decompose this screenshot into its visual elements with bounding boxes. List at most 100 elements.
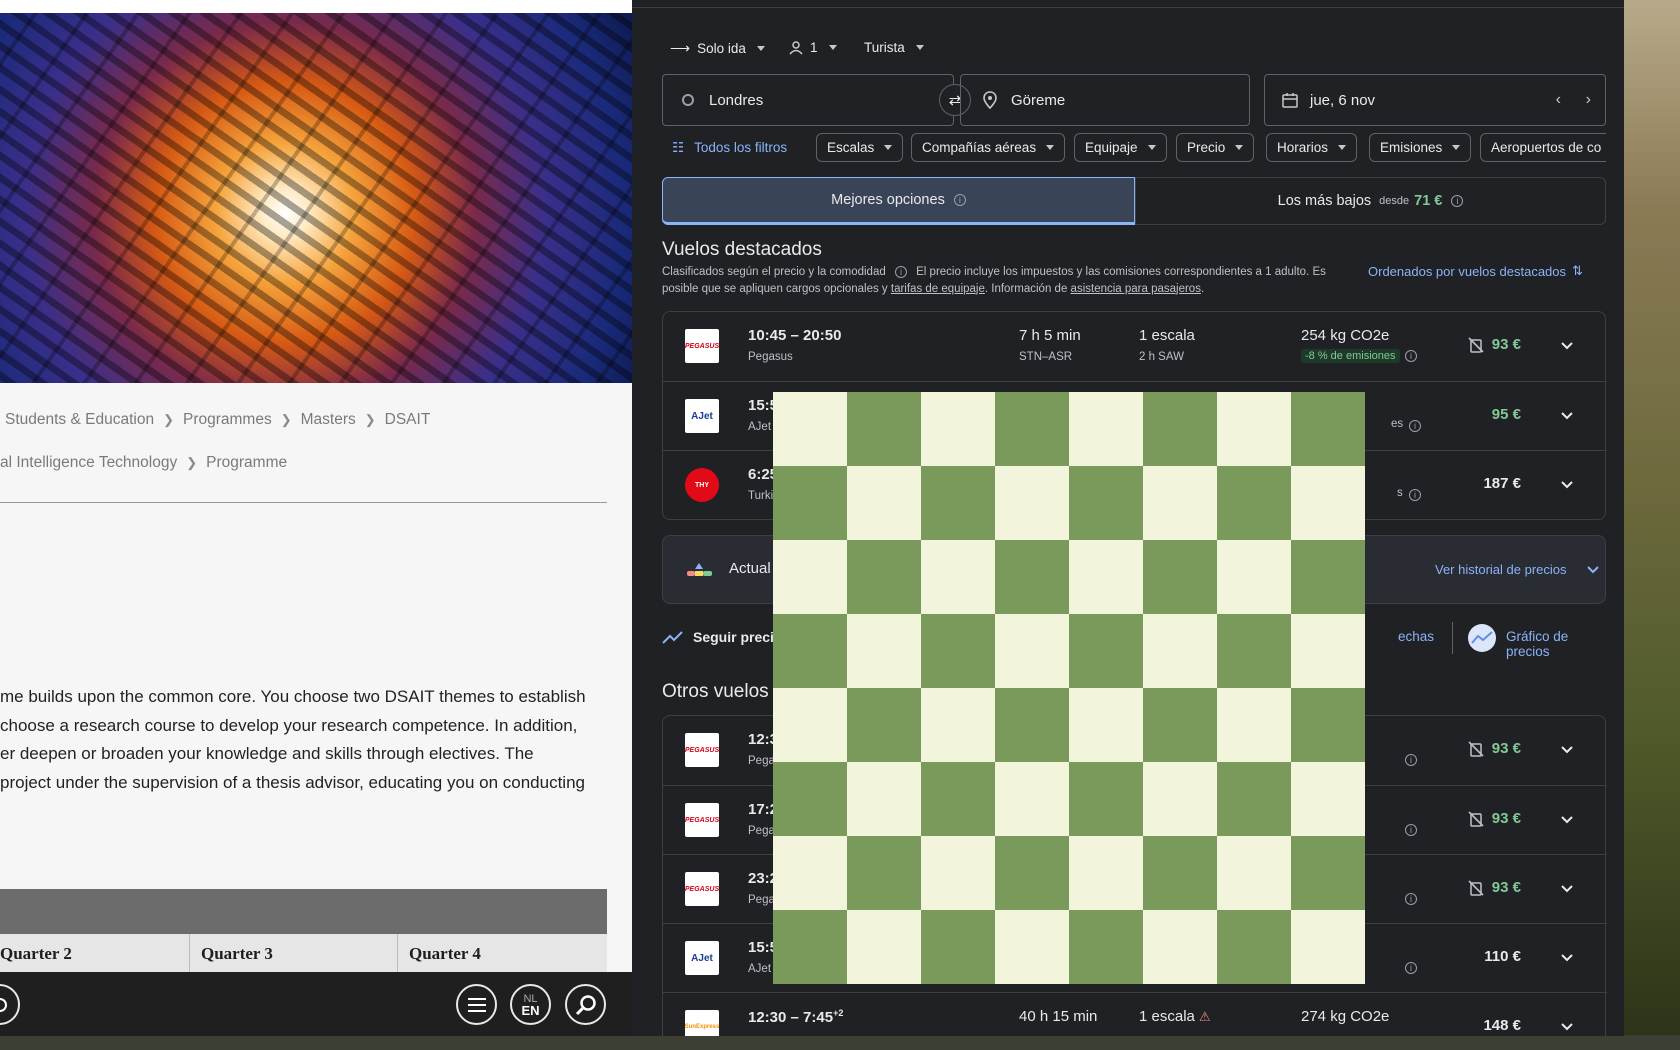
flight-row[interactable]: PEGASUS 10:45 – 20:50 Pegasus 7 h 5 min … [663,312,1607,381]
board-square[interactable] [995,688,1069,762]
board-square[interactable] [773,614,847,688]
board-square[interactable] [773,910,847,984]
board-square[interactable] [1069,466,1143,540]
board-square[interactable] [773,540,847,614]
board-square[interactable] [1143,910,1217,984]
info-icon[interactable]: i [1409,420,1421,432]
board-square[interactable] [1069,836,1143,910]
board-square[interactable] [847,836,921,910]
filter-times[interactable]: Horarios [1266,133,1358,162]
board-square[interactable] [773,466,847,540]
board-square[interactable] [1217,466,1291,540]
chevron-down-icon[interactable] [1557,810,1577,830]
board-square[interactable] [1217,614,1291,688]
board-square[interactable] [847,540,921,614]
board-square[interactable] [847,762,921,836]
board-square[interactable] [995,540,1069,614]
board-square[interactable] [847,910,921,984]
board-square[interactable] [1143,466,1217,540]
filter-baggage[interactable]: Equipaje [1074,133,1167,162]
cabin-select[interactable]: Turista [864,40,924,55]
board-square[interactable] [1143,614,1217,688]
board-square[interactable] [847,614,921,688]
board-square[interactable] [1217,836,1291,910]
board-square[interactable] [1291,392,1365,466]
info-icon[interactable]: i [1405,350,1417,362]
breadcrumb-link-programmes[interactable]: Programmes [183,411,272,429]
all-filters-button[interactable]: ☷ Todos los filtros [662,133,797,162]
filter-airports[interactable]: Aeropuertos de co [1480,133,1606,162]
breadcrumb-link-masters[interactable]: Masters [301,411,356,429]
breadcrumb-link-ai-technology[interactable]: al Intelligence Technology [0,454,177,472]
board-square[interactable] [847,466,921,540]
board-square[interactable] [995,466,1069,540]
board-square[interactable] [847,392,921,466]
board-square[interactable] [847,688,921,762]
board-square[interactable] [1069,614,1143,688]
trip-type-select[interactable]: ⟶ Solo ida [670,40,765,57]
filter-emissions[interactable]: Emisiones [1369,133,1472,162]
board-square[interactable] [995,910,1069,984]
board-square[interactable] [1069,762,1143,836]
date-field[interactable]: jue, 6 nov ‹ › [1264,74,1606,126]
board-square[interactable] [1143,540,1217,614]
board-square[interactable] [1069,688,1143,762]
chevron-down-icon[interactable] [1557,740,1577,760]
prev-date-button[interactable]: ‹ [1556,91,1561,109]
checkerboard-overlay[interactable] [773,392,1365,984]
board-square[interactable] [773,392,847,466]
board-square[interactable] [1069,910,1143,984]
board-square[interactable] [1143,836,1217,910]
board-square[interactable] [921,688,995,762]
price-history-link[interactable]: Ver historial de precios [1435,562,1567,577]
board-square[interactable] [1291,688,1365,762]
board-square[interactable] [1291,614,1365,688]
info-icon[interactable]: i [1409,489,1421,501]
board-square[interactable] [995,392,1069,466]
board-square[interactable] [921,614,995,688]
menu-button[interactable] [456,984,497,1025]
passenger-assistance-link[interactable]: asistencia para pasajeros [1071,283,1201,295]
track-prices-toggle[interactable]: Seguir precio [693,629,782,645]
filter-airlines[interactable]: Compañías aéreas [911,133,1066,162]
board-square[interactable] [1217,540,1291,614]
board-square[interactable] [1217,910,1291,984]
info-icon[interactable]: i [1405,824,1417,836]
baggage-fees-link[interactable]: tarifas de equipaje [891,283,985,295]
tab-cheapest[interactable]: Los más bajos desde 71 € i [1135,177,1606,225]
board-square[interactable] [1143,392,1217,466]
language-toggle[interactable]: NL EN [510,984,551,1025]
info-icon[interactable]: i [894,266,907,279]
board-square[interactable] [1291,910,1365,984]
board-square[interactable] [1069,540,1143,614]
chevron-down-icon[interactable] [1557,948,1577,968]
board-square[interactable] [921,836,995,910]
chevron-down-icon[interactable] [1557,1017,1577,1036]
board-square[interactable] [921,762,995,836]
search-button[interactable] [565,984,606,1025]
board-square[interactable] [995,614,1069,688]
info-icon[interactable]: i [1405,893,1417,905]
board-square[interactable] [1291,762,1365,836]
board-square[interactable] [1291,836,1365,910]
date-grid-link[interactable]: echas [1398,629,1434,644]
board-square[interactable] [773,762,847,836]
flight-row[interactable]: SunExpress 12:30 – 7:45+2 40 h 15 min 1 … [663,992,1607,1036]
board-square[interactable] [921,540,995,614]
board-square[interactable] [1217,392,1291,466]
breadcrumb-link-dsait[interactable]: DSAIT [385,411,431,429]
board-square[interactable] [1217,762,1291,836]
filter-stops[interactable]: Escalas [816,133,904,162]
passengers-select[interactable]: 1 [789,40,837,55]
board-square[interactable] [921,466,995,540]
filter-price[interactable]: Precio [1176,133,1255,162]
chevron-down-icon[interactable] [1557,879,1577,899]
info-icon[interactable]: i [1405,962,1417,974]
tab-best-options[interactable]: Mejores opciones i [662,177,1135,225]
origin-field[interactable]: Londres [662,74,954,126]
board-square[interactable] [1143,688,1217,762]
info-icon[interactable]: i [1405,754,1417,766]
sort-button[interactable]: Ordenados por vuelos destacados ⇅ [1368,263,1583,279]
board-square[interactable] [1143,762,1217,836]
price-graph-link[interactable]: Gráfico de precios [1506,629,1606,659]
